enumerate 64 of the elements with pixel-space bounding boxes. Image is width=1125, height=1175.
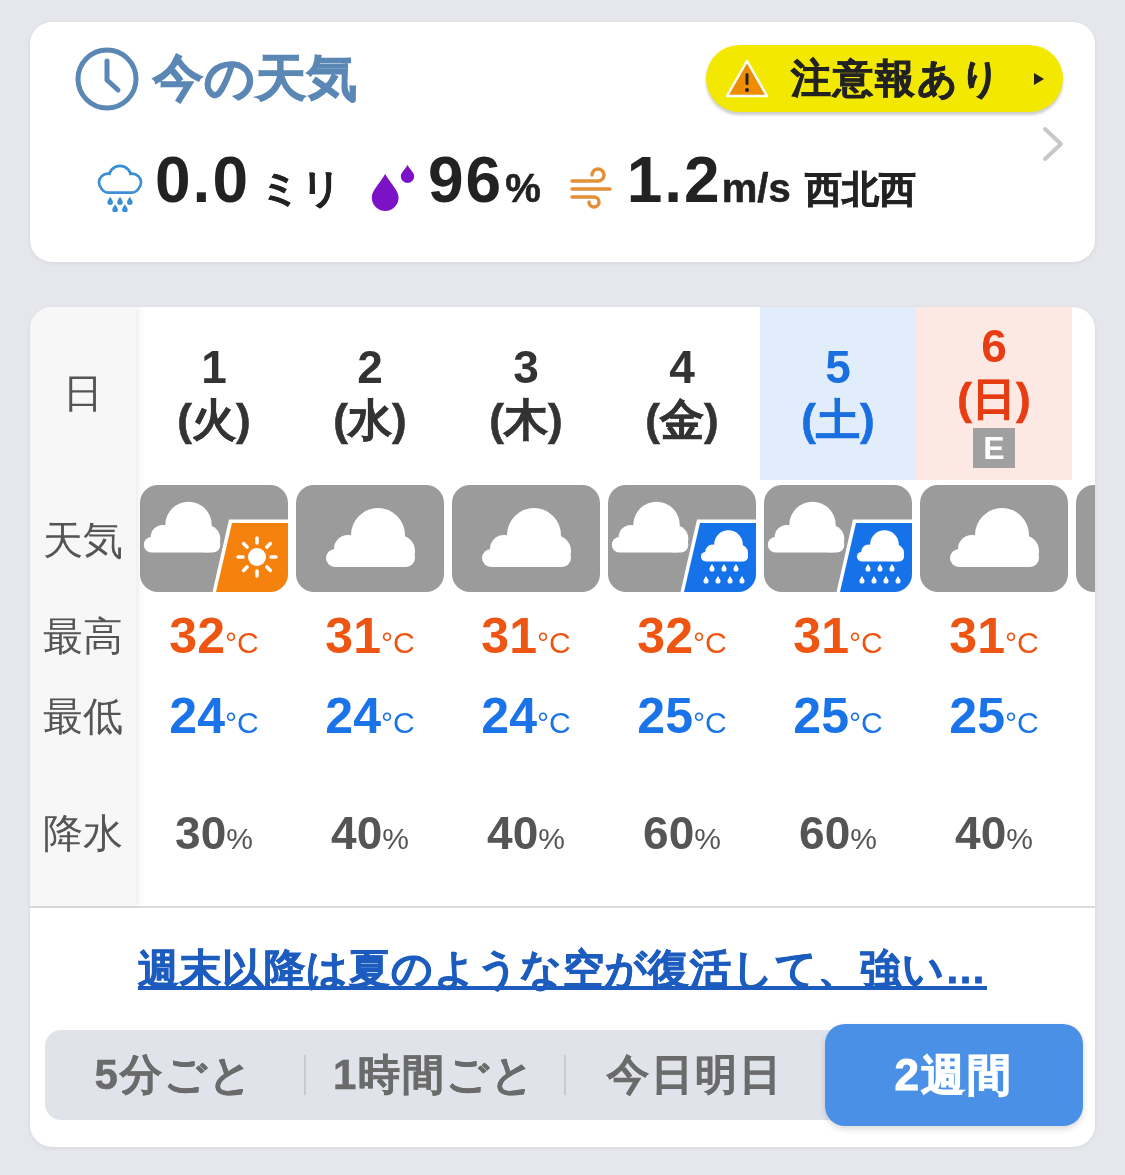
- high-temperature: 32°C: [637, 607, 727, 665]
- warning-button[interactable]: 注意報あり: [706, 45, 1063, 112]
- warning-icon: [725, 58, 769, 99]
- day-number: 5: [825, 340, 851, 393]
- high-temperature: 32°C: [169, 607, 259, 665]
- high-temperature: 31°C: [793, 607, 883, 665]
- precipitation-chance: 40%: [487, 806, 565, 860]
- weekday-label: (火): [177, 393, 251, 446]
- cloud-and-sun-icon: [140, 485, 288, 592]
- low-temperature: 25°C: [637, 687, 727, 745]
- reading-unit: m/s: [721, 165, 791, 210]
- section-title: 今の天気: [153, 49, 358, 108]
- reading-value: 96: [427, 143, 504, 216]
- weekday-label: (水): [333, 393, 407, 446]
- precipitation-chance: 60%: [799, 806, 877, 860]
- chevron-right-icon: [1041, 126, 1065, 162]
- cloud-icon: [452, 485, 600, 592]
- weekday-label: (木): [489, 393, 563, 446]
- period-tab[interactable]: 5分ごと: [45, 1030, 304, 1120]
- day-number: 2: [357, 340, 383, 393]
- low-temperature: 25°C: [949, 687, 1039, 745]
- low-temperature: 24°C: [169, 687, 259, 745]
- row-label: 降水: [43, 809, 123, 857]
- cloud-icon: [920, 485, 1068, 592]
- clock-icon: [75, 46, 139, 111]
- row-label: 最低: [43, 692, 123, 740]
- high-temperature: 31°C: [481, 607, 571, 665]
- cloud-and-rain-icon: [764, 485, 912, 592]
- period-tab[interactable]: 2週間: [824, 1024, 1083, 1126]
- day-number: 1: [201, 340, 227, 393]
- period-tab[interactable]: 今日明日: [566, 1030, 825, 1120]
- period-tab[interactable]: 1時間ごと: [305, 1030, 564, 1120]
- day-number: 3: [513, 340, 539, 393]
- low-temperature: 24°C: [325, 687, 415, 745]
- headline-link[interactable]: 週末以降は夏のような空が復活して、強い…: [138, 941, 987, 997]
- wind-icon: [568, 164, 615, 212]
- rain-cloud-icon: [97, 164, 143, 212]
- weekday-label: (金): [645, 393, 719, 446]
- cut-off-weather-icon: [1076, 485, 1095, 592]
- weekday-label: (日): [957, 372, 1031, 425]
- precipitation-chance: 40%: [955, 806, 1033, 860]
- row-label: 日: [63, 370, 103, 417]
- reading-unit: ミリ: [259, 165, 342, 210]
- low-temperature: 24°C: [481, 687, 571, 745]
- weekday-label: (土): [801, 393, 875, 446]
- reading-value: 0.0: [155, 143, 250, 216]
- high-temperature: 31°C: [325, 607, 415, 665]
- cloud-and-rain-icon: [608, 485, 756, 592]
- grade-badge: E: [973, 427, 1015, 468]
- water-drops-icon: [369, 164, 416, 212]
- row-label: 最高: [43, 612, 123, 660]
- row-label: 天気: [43, 516, 123, 564]
- reading-unit: %: [505, 165, 541, 210]
- precipitation-chance: 40%: [331, 806, 409, 860]
- cloud-icon: [296, 485, 444, 592]
- precipitation-chance: 30%: [175, 806, 253, 860]
- high-temperature: 31°C: [949, 607, 1039, 665]
- precipitation-chance: 60%: [643, 806, 721, 860]
- reading-value: 1.2: [626, 143, 722, 216]
- low-temperature: 25°C: [793, 687, 883, 745]
- wind-direction: 西北西: [804, 168, 916, 210]
- day-number: 4: [669, 340, 695, 393]
- day-number: 6: [981, 319, 1007, 372]
- caret-icon: [1033, 71, 1045, 86]
